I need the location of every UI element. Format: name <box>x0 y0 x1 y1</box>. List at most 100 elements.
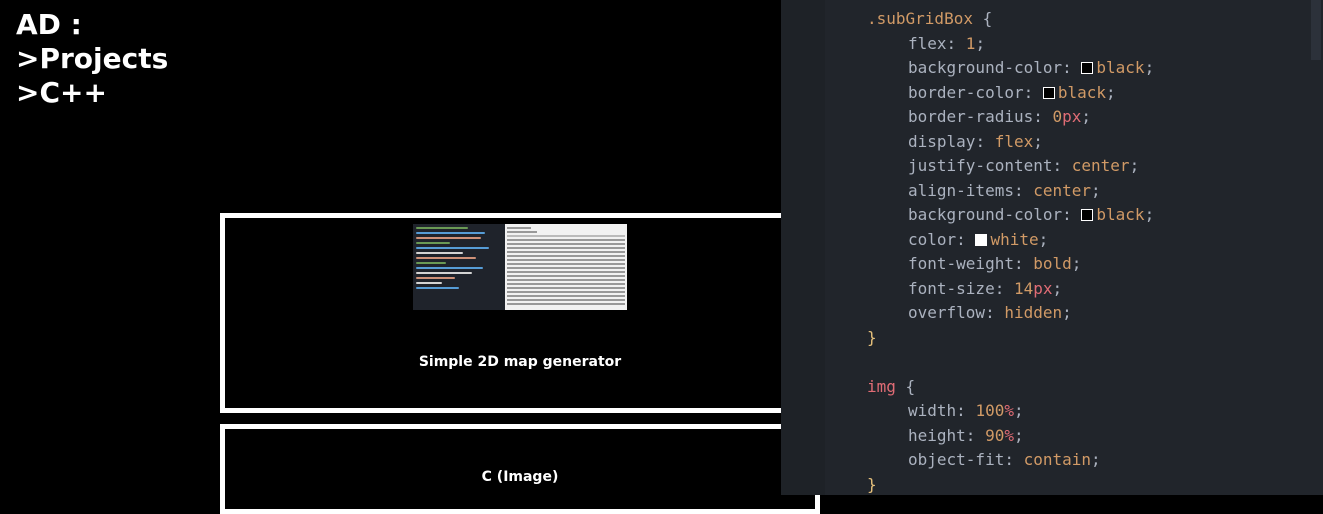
breadcrumb-cpp[interactable]: >C++ <box>16 76 168 110</box>
code-value: flex <box>994 131 1034 151</box>
code-semicolon: ; <box>1091 180 1101 200</box>
code-property: flex <box>908 33 947 53</box>
project-card-c-image[interactable]: C (Image) <box>220 424 820 514</box>
code-colon: : <box>1062 58 1082 77</box>
code-semicolon: ; <box>1144 205 1155 224</box>
code-unit: % <box>1004 401 1014 420</box>
css-code: .subGridBox {flex: 1; background-color: b… <box>781 7 1154 497</box>
code-line: font-size: 14px; <box>781 277 1154 302</box>
code-value: black <box>1057 82 1107 102</box>
code-line: border-color: black; <box>781 81 1154 106</box>
code-semicolon: ; <box>1033 131 1043 151</box>
code-line: object-fit: contain; <box>781 448 1154 473</box>
code-value: center <box>1033 180 1092 200</box>
code-semicolon: ; <box>1013 401 1024 420</box>
code-colon: : <box>965 425 986 445</box>
color-swatch <box>1081 209 1094 221</box>
code-semicolon: ; <box>1013 425 1024 445</box>
code-property: border-color <box>908 82 1024 102</box>
code-value: bold <box>1033 254 1072 273</box>
code-selector: img <box>867 376 896 396</box>
code-value: hidden <box>1004 303 1063 322</box>
code-line: height: 90%; <box>781 424 1154 449</box>
code-semicolon: ; <box>1129 156 1140 175</box>
code-colon: : <box>1013 180 1034 200</box>
code-semicolon: ; <box>975 33 986 53</box>
project-thumbnail <box>413 224 627 310</box>
code-property: overflow <box>908 303 986 322</box>
project-card-map-generator[interactable]: Simple 2D map generator <box>220 213 820 413</box>
code-brace: } <box>867 474 877 494</box>
code-unit: px <box>1062 107 1082 126</box>
code-colon: : <box>956 229 976 249</box>
breadcrumb: AD : >Projects >C++ <box>16 8 168 110</box>
code-value: white <box>990 229 1039 249</box>
color-swatch <box>1042 86 1055 99</box>
project-title: Simple 2D map generator <box>418 354 622 370</box>
code-line: font-weight: bold; <box>781 252 1154 277</box>
code-number: 90 <box>985 425 1005 445</box>
code-brace: } <box>867 327 877 347</box>
code-line: .subGridBox { <box>781 7 1154 32</box>
code-line: } <box>781 326 1154 351</box>
code-semicolon: ; <box>1038 229 1049 249</box>
project-title: C (Image) <box>481 469 559 485</box>
code-property: justify-content <box>908 156 1053 175</box>
code-property: width <box>908 401 957 420</box>
code-colon: : <box>1013 254 1034 273</box>
code-value: center <box>1071 156 1130 175</box>
code-property: background-color <box>908 58 1063 77</box>
code-property: object-fit <box>908 450 1005 469</box>
code-editor: .subGridBox {flex: 1; background-color: b… <box>781 0 1323 495</box>
code-property: font-weight <box>908 254 1014 273</box>
thumbnail-code-pane <box>413 224 505 310</box>
code-semicolon: ; <box>1071 254 1082 273</box>
code-colon: : <box>946 33 966 53</box>
breadcrumb-root: AD : <box>16 8 82 41</box>
code-property: border-radius <box>908 107 1034 126</box>
code-semicolon: ; <box>1062 303 1072 322</box>
code-semicolon: ; <box>1106 82 1116 102</box>
code-property: background-color <box>908 205 1063 224</box>
code-semicolon: ; <box>1052 278 1063 298</box>
code-colon: : <box>1052 156 1072 175</box>
code-line: background-color: black; <box>781 56 1154 81</box>
breadcrumb-projects[interactable]: >Projects <box>16 42 168 76</box>
code-line: color: white; <box>781 228 1154 253</box>
code-number: 0 <box>1052 107 1063 126</box>
code-value: black <box>1096 58 1145 77</box>
code-brace: { <box>895 376 916 396</box>
code-colon: : <box>1004 450 1024 469</box>
color-swatch <box>1081 62 1094 74</box>
code-colon: : <box>1033 107 1053 126</box>
code-semicolon: ; <box>1091 450 1101 469</box>
code-line: flex: 1; <box>781 32 1154 57</box>
code-value: contain <box>1023 450 1092 469</box>
code-property: font-size <box>908 278 995 298</box>
code-line: background-color: black; <box>781 203 1154 228</box>
editor-scrollbar[interactable] <box>1311 0 1321 60</box>
code-colon: : <box>975 131 995 151</box>
code-semicolon: ; <box>1081 107 1092 126</box>
code-unit: px <box>1033 278 1053 298</box>
code-colon: : <box>1023 82 1043 102</box>
code-colon: : <box>956 401 976 420</box>
code-line: align-items: center; <box>781 179 1154 204</box>
color-swatch <box>975 233 988 246</box>
code-number: 1 <box>965 33 976 53</box>
code-property: align-items <box>908 180 1014 200</box>
code-property: height <box>908 425 966 445</box>
code-number: 14 <box>1013 278 1034 298</box>
thumbnail-output-pane <box>505 224 627 310</box>
code-line: } <box>781 473 1154 498</box>
code-semicolon: ; <box>1144 58 1155 77</box>
code-brace: { <box>972 9 993 28</box>
code-selector: .subGridBox <box>867 9 973 28</box>
code-colon: : <box>994 278 1014 298</box>
code-line: img { <box>781 375 1154 400</box>
code-value: black <box>1096 205 1145 224</box>
code-unit: % <box>1004 425 1014 445</box>
code-colon: : <box>985 303 1005 322</box>
code-line: justify-content: center; <box>781 154 1154 179</box>
